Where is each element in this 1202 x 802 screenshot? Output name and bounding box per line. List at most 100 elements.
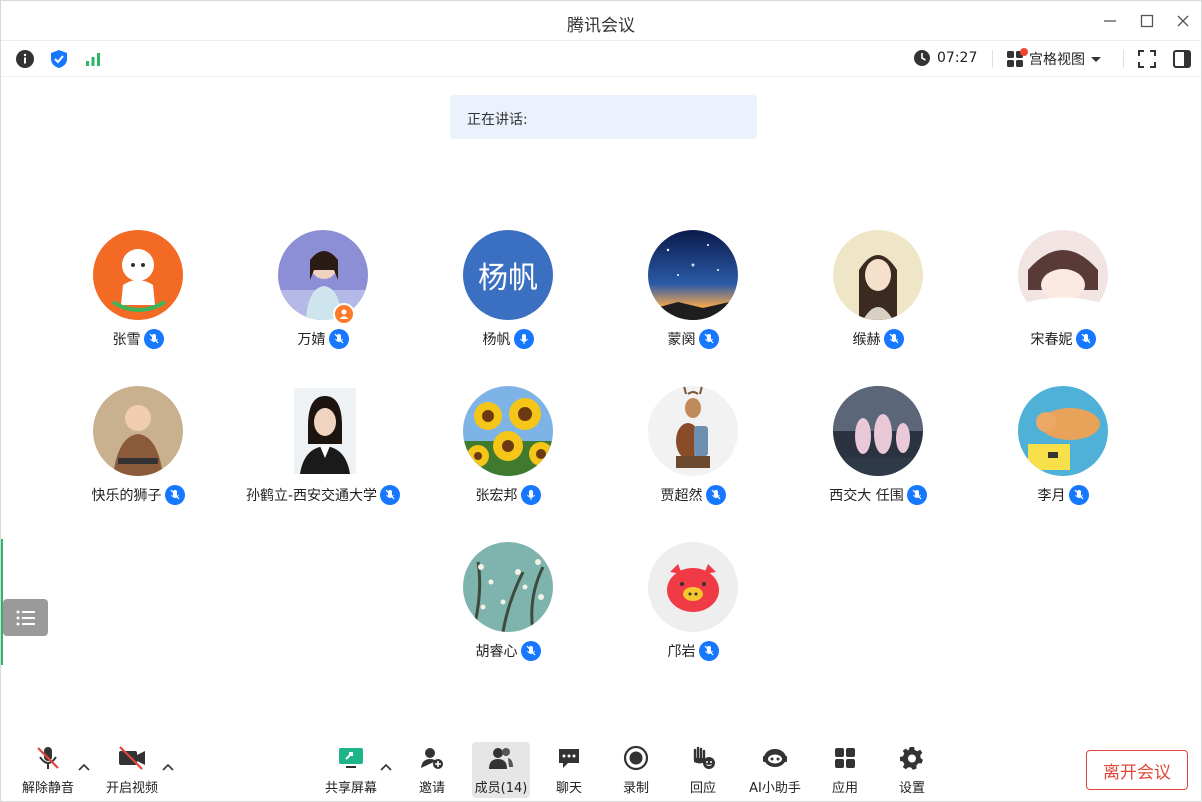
microphone-muted-icon [705, 485, 726, 505]
leave-meeting-button[interactable]: 离开会议 [1086, 750, 1188, 790]
record-label: 录制 [622, 781, 649, 796]
ai-assistant-label: AI小助手 [749, 781, 801, 796]
close-icon [1177, 15, 1189, 27]
participant-tile[interactable]: 西交大 任围 [783, 386, 973, 516]
share-options-caret[interactable] [378, 759, 394, 775]
video-options-caret[interactable] [160, 759, 176, 775]
active-speaker-label: 正在讲话: [467, 112, 528, 128]
microphone-muted-icon [143, 329, 164, 349]
participant-tile[interactable]: 张宏邦 [413, 386, 603, 516]
participant-tile[interactable]: 宋春妮 [968, 230, 1158, 360]
settings-button[interactable]: 设置 [887, 742, 937, 798]
avatar [463, 542, 553, 632]
sidebar-toggle-button[interactable] [1171, 48, 1193, 70]
avatar [93, 230, 183, 320]
raise-hand-emoji-icon [693, 746, 715, 769]
avatar: 杨帆 [463, 230, 553, 320]
active-speaker-banner: 正在讲话: [450, 95, 757, 139]
participant-tile[interactable]: 杨帆 杨帆 [413, 230, 603, 360]
members-icon [489, 748, 513, 769]
fullscreen-button[interactable] [1136, 48, 1158, 70]
participant-tile[interactable]: 缑赫 [783, 230, 973, 360]
list-icon [16, 610, 35, 625]
apps-button[interactable]: 应用 [820, 742, 870, 798]
share-screen-button[interactable]: 共享屏幕 [321, 742, 381, 798]
participant-name: 贾超然 [660, 488, 703, 504]
invite-user-icon [421, 748, 443, 769]
participant-tile[interactable]: 万婧 [228, 230, 418, 360]
close-button[interactable] [1169, 9, 1197, 33]
divider [1123, 50, 1124, 68]
divider [992, 50, 993, 68]
participant-tile[interactable]: 快乐的狮子 [43, 386, 233, 516]
microphone-muted-icon [906, 485, 927, 505]
security-button[interactable] [48, 48, 70, 70]
record-button[interactable]: 录制 [611, 742, 661, 798]
network-signal-button[interactable] [82, 48, 104, 70]
avatar [833, 386, 923, 476]
start-video-button[interactable]: 开启视频 [101, 742, 163, 798]
participant-name: 蒙阕 [667, 332, 696, 348]
participant-tile[interactable]: 孙鹤立-西安交通大学 [228, 386, 418, 516]
timer-value: 07:27 [937, 50, 978, 66]
participant-name: 万婧 [297, 332, 326, 348]
view-selector-label: 宫格视图 [1029, 52, 1085, 68]
maximize-icon [1140, 14, 1154, 28]
participant-tile[interactable]: 胡睿心 [413, 542, 603, 672]
participant-name: 西交大 任围 [829, 488, 904, 504]
info-icon [16, 50, 34, 68]
ai-assistant-button[interactable]: AI小助手 [744, 742, 806, 798]
share-screen-label: 共享屏幕 [324, 781, 377, 796]
participant-tile[interactable]: 张雪 [43, 230, 233, 360]
participant-name: 杨帆 [482, 332, 511, 348]
gear-icon [900, 747, 923, 770]
view-selector[interactable]: 宫格视图 [1005, 47, 1103, 71]
meeting-window: 腾讯会议 07:27 宫格视图 正在讲话: 张雪 万婧 杨帆 杨帆 蒙阕 缑赫 … [0, 0, 1202, 802]
participant-tile[interactable]: 邝岩 [598, 542, 788, 672]
members-label: 成员(14) [474, 781, 528, 796]
meeting-info-bar: 07:27 宫格视图 [1, 41, 1201, 77]
participant-name: 邝岩 [667, 644, 696, 660]
participant-name: 张宏邦 [475, 488, 518, 504]
react-button[interactable]: 回应 [678, 742, 728, 798]
avatar [648, 230, 738, 320]
chat-label: 聊天 [555, 781, 582, 796]
minimize-button[interactable] [1096, 9, 1124, 33]
participant-name: 孙鹤立-西安交通大学 [245, 488, 378, 504]
unmute-button[interactable]: 解除静音 [18, 742, 78, 798]
microphone-muted-icon [698, 329, 719, 349]
chat-bubble-icon [559, 749, 579, 768]
avatar-initials: 杨帆 [478, 261, 538, 296]
microphone-muted-icon [328, 329, 349, 349]
share-screen-icon [339, 748, 363, 768]
microphone-icon [520, 485, 541, 505]
fullscreen-icon [1138, 50, 1156, 68]
members-button[interactable]: 成员(14) [472, 742, 530, 798]
apps-grid-icon [835, 748, 855, 768]
avatar [648, 386, 738, 476]
audio-options-caret[interactable] [76, 759, 92, 775]
participant-tile[interactable]: 李月 [968, 386, 1158, 516]
maximize-button[interactable] [1133, 9, 1161, 33]
chevron-up-icon [380, 763, 392, 771]
title-bar: 腾讯会议 [1, 1, 1201, 41]
microphone-icon [513, 329, 534, 349]
participant-tile[interactable]: 蒙阕 [598, 230, 788, 360]
meeting-info-button[interactable] [14, 48, 36, 70]
shield-check-icon [51, 50, 67, 68]
floating-list-button[interactable] [3, 599, 48, 636]
chat-button[interactable]: 聊天 [544, 742, 594, 798]
clock-icon [914, 50, 930, 66]
grid-view-icon [1005, 48, 1028, 69]
microphone-muted-icon [1075, 329, 1096, 349]
notification-dot [1020, 48, 1028, 56]
invite-button[interactable]: 邀请 [407, 742, 457, 798]
participant-name: 快乐的狮子 [91, 488, 162, 504]
record-icon [623, 745, 649, 771]
participant-name: 宋春妮 [1030, 332, 1073, 348]
sidebar-panel-icon [1173, 50, 1191, 68]
caret-down-icon [1091, 57, 1101, 62]
participant-tile[interactable]: 贾超然 [598, 386, 788, 516]
avatar [1018, 230, 1108, 320]
participant-name: 李月 [1037, 488, 1066, 504]
